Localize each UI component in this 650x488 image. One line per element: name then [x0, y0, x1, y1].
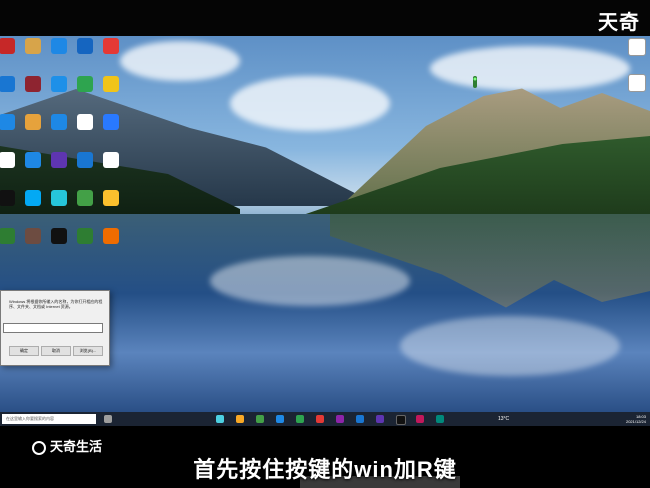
app-icon[interactable]: [376, 415, 384, 423]
desktop-icon[interactable]: [48, 38, 70, 66]
app-icon: [51, 190, 67, 206]
app-icon: [25, 228, 41, 244]
app-icon: [0, 190, 15, 206]
app-icon[interactable]: [316, 415, 324, 423]
desktop-icon[interactable]: [100, 76, 122, 104]
app-icon: [0, 76, 15, 92]
desktop-icon[interactable]: [22, 190, 44, 218]
app-icon: [51, 114, 67, 130]
desktop-icon[interactable]: [74, 114, 96, 142]
app-icon: [103, 190, 119, 206]
desktop-icon[interactable]: [0, 190, 18, 218]
file-icon: [628, 74, 646, 92]
app-icon: [77, 228, 93, 244]
desktop-icon[interactable]: [48, 190, 70, 218]
app-icon: [77, 38, 93, 54]
desktop-icon[interactable]: [100, 152, 122, 180]
app-icon: [77, 190, 93, 206]
app-icon: [0, 152, 15, 168]
run-dialog[interactable]: Windows 将根据你所输入的名称，为你打开相应的程序、文件夹、文档或 Int…: [0, 290, 110, 366]
cloud-reflection: [210, 256, 410, 306]
desktop-icon[interactable]: [0, 114, 18, 142]
weather-temperature[interactable]: 13°C: [498, 416, 509, 422]
desktop-icon[interactable]: [100, 228, 122, 256]
app-icon: [103, 228, 119, 244]
taskbar-search-input[interactable]: 在这里输入你要搜索的内容: [2, 414, 96, 424]
desktop-icon[interactable]: [74, 228, 96, 256]
desktop-icon-file[interactable]: [626, 74, 648, 102]
desktop-icon[interactable]: [0, 228, 18, 256]
app-icon: [25, 152, 41, 168]
desktop-icon[interactable]: [74, 152, 96, 180]
desktop-icon[interactable]: [22, 114, 44, 142]
desktop-icon[interactable]: [0, 38, 18, 66]
app-icon: [77, 152, 93, 168]
app-icon: [25, 76, 41, 92]
desktop-icon[interactable]: [22, 152, 44, 180]
app-icon: [103, 38, 119, 54]
app-icon: [103, 76, 119, 92]
desktop-icon[interactable]: [22, 38, 44, 66]
app-icon[interactable]: [336, 415, 344, 423]
desktop-icon[interactable]: [48, 76, 70, 104]
browse-button[interactable]: 浏览(B)...: [73, 346, 103, 356]
video-frame: 天奇 Windows 将根据你所输入的名称，为你打开相应的程序、文件夹、文档或 …: [0, 0, 650, 488]
top-bar: 天奇: [0, 0, 650, 36]
app-icon[interactable]: [256, 415, 264, 423]
desktop-icon[interactable]: [100, 38, 122, 66]
cloud: [230, 76, 390, 131]
edge-icon[interactable]: [216, 415, 224, 423]
cloud-reflection: [400, 316, 620, 376]
app-icon: [51, 152, 67, 168]
app-icon: [0, 228, 15, 244]
app-icon: [77, 76, 93, 92]
app-icon: [51, 38, 67, 54]
traffic-light-icon[interactable]: [470, 76, 480, 90]
app-icon: [25, 38, 41, 54]
desktop-icon[interactable]: [22, 228, 44, 256]
app-icon: [51, 228, 67, 244]
app-icon: [103, 152, 119, 168]
cancel-button[interactable]: 取消: [41, 346, 71, 356]
desktop-icon[interactable]: [74, 76, 96, 104]
task-view-icon[interactable]: [104, 415, 112, 423]
app-icon: [25, 190, 41, 206]
desktop-icon[interactable]: [100, 114, 122, 142]
brand-watermark: 天奇: [598, 12, 640, 34]
desktop-icon[interactable]: [0, 152, 18, 180]
wechat-icon[interactable]: [296, 415, 304, 423]
run-input[interactable]: [3, 323, 103, 333]
app-icon[interactable]: [276, 415, 284, 423]
cloud: [120, 41, 240, 81]
app-icon[interactable]: [416, 415, 424, 423]
app-icon[interactable]: [436, 415, 444, 423]
app-icon: [77, 114, 93, 130]
clock-date: 2021/12/24: [625, 419, 646, 424]
app-icon: [25, 114, 41, 130]
desktop-icon[interactable]: [48, 228, 70, 256]
app-icon: [0, 114, 15, 130]
desktop-icon-file[interactable]: [626, 38, 648, 66]
app-icon[interactable]: [396, 415, 406, 425]
run-dialog-description: Windows 将根据你所输入的名称，为你打开相应的程序、文件夹、文档或 Int…: [9, 299, 103, 309]
ok-button[interactable]: 确定: [9, 346, 39, 356]
app-icon: [51, 76, 67, 92]
file-icon: [628, 38, 646, 56]
desktop-icon[interactable]: [48, 114, 70, 142]
app-icon: [103, 114, 119, 130]
desktop-icon[interactable]: [74, 38, 96, 66]
taskbar: 在这里输入你要搜索的内容 13°C 18:03 2021/12/24: [0, 412, 650, 426]
video-subtitle: 首先按住按键的win加R键: [193, 457, 457, 482]
desktop-icon[interactable]: [74, 190, 96, 218]
desktop-icon[interactable]: [0, 76, 18, 104]
folder-icon[interactable]: [236, 415, 244, 423]
desktop-icon[interactable]: [22, 76, 44, 104]
app-icon[interactable]: [356, 415, 364, 423]
desktop-icon[interactable]: [48, 152, 70, 180]
app-icon: [0, 38, 15, 54]
cloud: [430, 46, 630, 91]
system-clock[interactable]: 18:03 2021/12/24: [626, 414, 646, 424]
desktop-icon[interactable]: [100, 190, 122, 218]
